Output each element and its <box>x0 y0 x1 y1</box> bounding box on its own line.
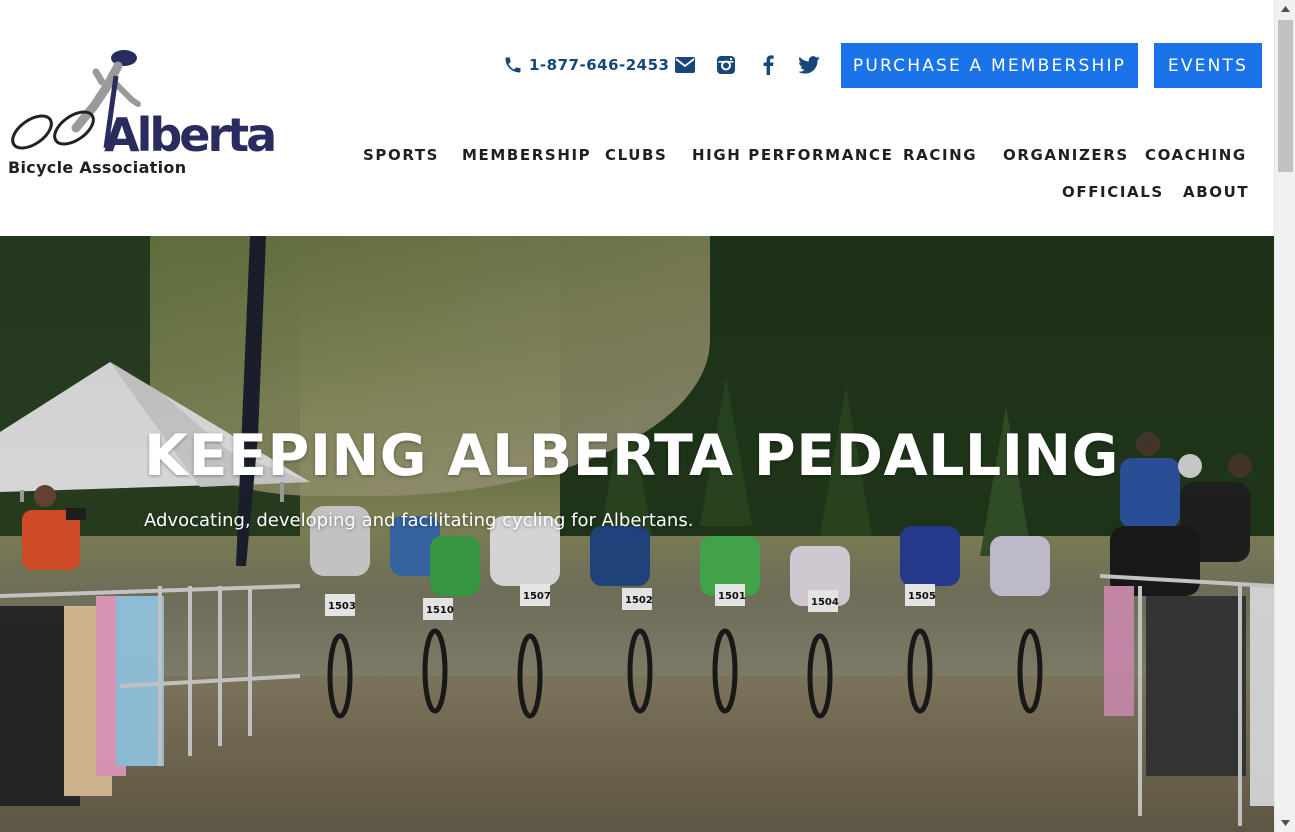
email-icon[interactable] <box>674 52 696 78</box>
hero-shade <box>0 236 1274 832</box>
nav-coaching[interactable]: COACHING <box>1145 148 1247 163</box>
page-scrollbar[interactable] <box>1274 0 1295 832</box>
phone-number: 1-877-646-2453 <box>529 56 670 74</box>
nav-sports[interactable]: SPORTS <box>363 148 439 163</box>
scroll-down-arrow-icon[interactable] <box>1275 814 1295 832</box>
purchase-membership-button[interactable]: PURCHASE A MEMBERSHIP <box>841 43 1138 88</box>
nav-officials[interactable]: OFFICIALS <box>1062 185 1164 200</box>
nav-membership[interactable]: MEMBERSHIP <box>462 148 591 163</box>
hero-title: KEEPING ALBERTA PEDALLING <box>144 423 1119 489</box>
instagram-icon[interactable] <box>715 52 737 78</box>
twitter-icon[interactable] <box>797 52 821 78</box>
logo-wordmark: Alberta <box>104 108 277 162</box>
scroll-up-arrow-icon[interactable] <box>1275 0 1295 18</box>
scrollbar-thumb[interactable] <box>1278 20 1293 172</box>
phone-icon <box>502 54 524 76</box>
nav-about[interactable]: ABOUT <box>1183 185 1249 200</box>
page: Alberta Bicycle Association 1-877-646-24… <box>0 0 1274 832</box>
hero-banner: 1503 1510 1507 1502 1501 1504 1505 <box>0 236 1274 832</box>
site-header: Alberta Bicycle Association 1-877-646-24… <box>0 0 1274 236</box>
logo-subtitle: Bicycle Association <box>8 158 187 177</box>
facebook-icon[interactable] <box>757 52 779 78</box>
nav-organizers[interactable]: ORGANIZERS <box>1003 148 1129 163</box>
nav-high-performance[interactable]: HIGH PERFORMANCE <box>692 148 894 163</box>
site-logo[interactable]: Alberta Bicycle Association <box>6 48 277 183</box>
nav-clubs[interactable]: CLUBS <box>605 148 667 163</box>
nav-racing[interactable]: RACING <box>903 148 977 163</box>
contact-phone[interactable]: 1-877-646-2453 <box>502 52 669 78</box>
events-button[interactable]: EVENTS <box>1154 43 1262 88</box>
hero-subtitle: Advocating, developing and facilitating … <box>144 510 694 531</box>
